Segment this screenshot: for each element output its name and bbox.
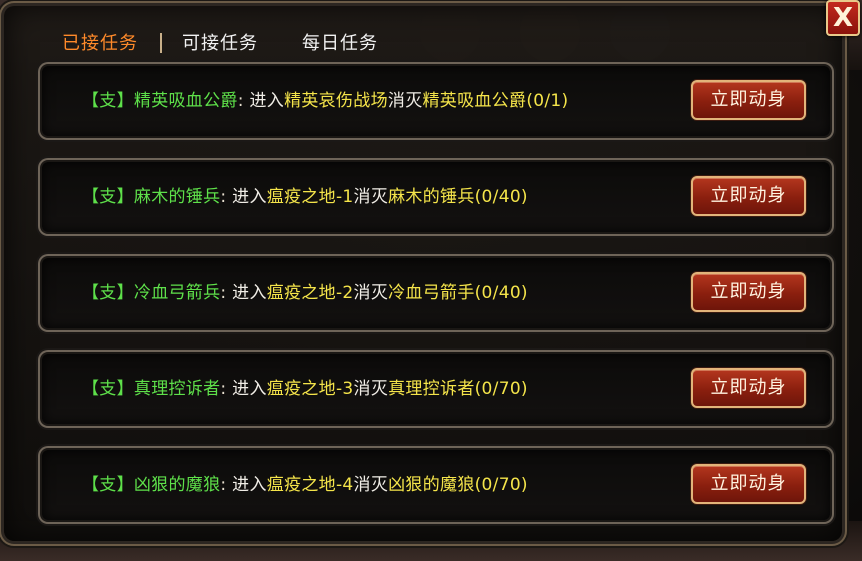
quest-tag: 【支】	[82, 187, 134, 207]
quest-progress: (0/70)	[474, 379, 528, 399]
quest-colon: :	[220, 475, 227, 495]
quest-tag: 【支】	[82, 475, 134, 495]
quest-target: 凶狠的魔狼	[388, 475, 475, 495]
quest-target: 真理控诉者	[388, 379, 475, 399]
go-now-button[interactable]: 立即动身	[691, 272, 806, 312]
quest-name: 冷血弓箭兵	[133, 283, 221, 303]
quest-name: 精英吸血公爵	[133, 91, 238, 111]
close-icon: X	[832, 3, 854, 33]
quest-row: 【支】麻木的锤兵: 进入瘟疫之地-1消灭麻木的锤兵(0/40) 立即动身	[42, 162, 830, 232]
quest-name: 真理控诉者	[133, 379, 221, 399]
quest-colon: :	[220, 379, 227, 399]
quest-target: 冷血弓箭手	[388, 283, 475, 303]
quest-progress: (0/70)	[474, 475, 528, 495]
quest-tag: 【支】	[82, 91, 134, 111]
quest-panel: 已接任务 可接任务 每日任务 【支】精英吸血公爵: 进入精英哀伤战场消灭精英吸血…	[4, 6, 842, 541]
quest-action-text: 消灭	[353, 187, 389, 207]
go-now-button[interactable]: 立即动身	[691, 80, 806, 120]
quest-row: 【支】冷血弓箭兵: 进入瘟疫之地-2消灭冷血弓箭手(0/40) 立即动身	[42, 258, 830, 328]
quest-row: 【支】真理控诉者: 进入瘟疫之地-3消灭真理控诉者(0/70) 立即动身	[42, 354, 830, 424]
quest-colon: :	[237, 91, 244, 111]
quest-enter-text: 进入	[232, 475, 267, 495]
quest-location: 瘟疫之地-1	[266, 187, 354, 207]
close-button[interactable]: X	[826, 0, 860, 36]
quest-description: 【支】凶狠的魔狼: 进入瘟疫之地-4消灭凶狠的魔狼(0/70)	[82, 450, 528, 520]
quest-description: 【支】真理控诉者: 进入瘟疫之地-3消灭真理控诉者(0/70)	[82, 354, 528, 424]
quest-list: 【支】精英吸血公爵: 进入精英哀伤战场消灭精英吸血公爵(0/1) 立即动身 【支…	[42, 66, 830, 546]
go-now-button[interactable]: 立即动身	[691, 176, 806, 216]
tab-available-quests[interactable]: 可接任务	[160, 25, 280, 59]
tab-bar: 已接任务 可接任务 每日任务	[40, 20, 400, 64]
quest-row: 【支】精英吸血公爵: 进入精英哀伤战场消灭精英吸血公爵(0/1) 立即动身	[42, 66, 830, 136]
quest-enter-text: 进入	[232, 379, 267, 399]
quest-description: 【支】麻木的锤兵: 进入瘟疫之地-1消灭麻木的锤兵(0/40)	[82, 162, 528, 232]
quest-action-text: 消灭	[353, 475, 389, 495]
quest-description: 【支】冷血弓箭兵: 进入瘟疫之地-2消灭冷血弓箭手(0/40)	[82, 258, 528, 328]
quest-location: 瘟疫之地-3	[266, 379, 354, 399]
quest-location: 精英哀伤战场	[284, 91, 388, 111]
quest-colon: :	[220, 283, 227, 303]
quest-progress: (0/1)	[526, 91, 569, 111]
quest-tag: 【支】	[82, 283, 134, 303]
tab-accepted-quests[interactable]: 已接任务	[40, 25, 162, 59]
tab-daily-quests[interactable]: 每日任务	[280, 25, 400, 59]
quest-action-text: 消灭	[387, 91, 423, 111]
quest-progress: (0/40)	[474, 283, 528, 303]
go-now-button[interactable]: 立即动身	[691, 368, 806, 408]
quest-enter-text: 进入	[249, 91, 285, 111]
quest-location: 瘟疫之地-2	[266, 283, 354, 303]
quest-enter-text: 进入	[232, 283, 267, 303]
quest-location: 瘟疫之地-4	[266, 475, 354, 495]
quest-enter-text: 进入	[232, 187, 267, 207]
quest-description: 【支】精英吸血公爵: 进入精英哀伤战场消灭精英吸血公爵(0/1)	[82, 66, 568, 136]
quest-action-text: 消灭	[353, 379, 389, 399]
quest-action-text: 消灭	[353, 283, 389, 303]
quest-target: 麻木的锤兵	[388, 187, 475, 207]
quest-colon: :	[220, 187, 227, 207]
go-now-button[interactable]: 立即动身	[691, 464, 806, 504]
quest-target: 精英吸血公爵	[422, 91, 527, 111]
quest-name: 凶狠的魔狼	[133, 475, 221, 495]
quest-name: 麻木的锤兵	[133, 187, 221, 207]
quest-tag: 【支】	[82, 379, 134, 399]
quest-row: 【支】凶狠的魔狼: 进入瘟疫之地-4消灭凶狠的魔狼(0/70) 立即动身	[42, 450, 830, 520]
quest-progress: (0/40)	[474, 187, 528, 207]
